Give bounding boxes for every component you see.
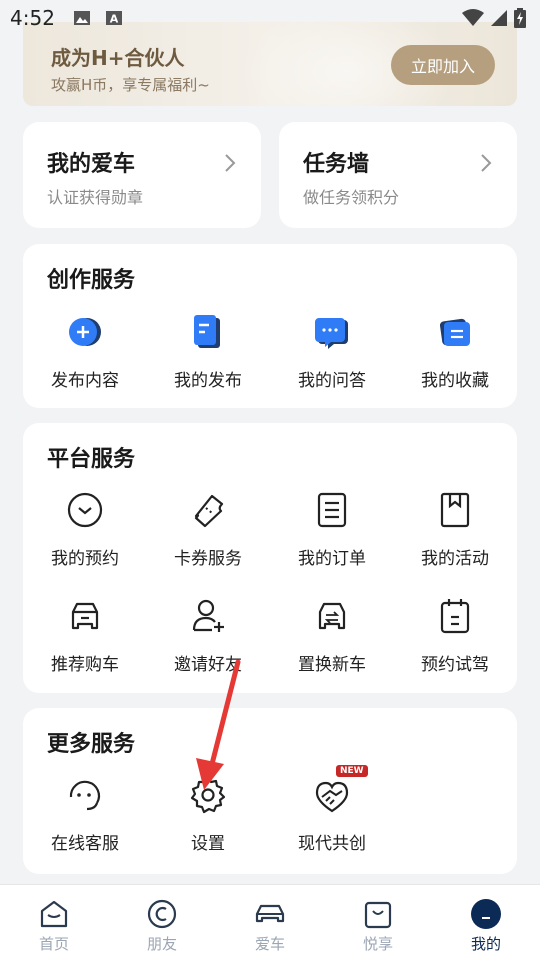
invite-friend-icon bbox=[192, 599, 224, 632]
nav-home[interactable]: 首页 bbox=[0, 885, 108, 960]
my-activities-label: 我的活动 bbox=[421, 549, 489, 569]
my-orders-item[interactable]: 我的订单 bbox=[270, 490, 394, 590]
join-now-button[interactable]: 立即加入 bbox=[391, 45, 495, 85]
customer-service-icon bbox=[69, 780, 100, 811]
more-services-card: 更多服务 在线客服 设置 NEW 现代共创 bbox=[23, 708, 517, 874]
car-exchange-item[interactable]: 置换新车 bbox=[270, 596, 394, 696]
my-car-subtitle: 认证获得勋章 bbox=[47, 188, 144, 207]
wifi-icon bbox=[462, 9, 484, 26]
coupon-service-item[interactable]: 卡券服务 bbox=[146, 490, 270, 590]
nav-car-label: 爱车 bbox=[254, 935, 285, 953]
car-exchange-icon bbox=[318, 602, 346, 630]
my-car-card[interactable]: 我的爱车 认证获得勋章 bbox=[23, 122, 261, 228]
publish-content-label: 发布内容 bbox=[51, 371, 119, 391]
recommend-car-item[interactable]: 推荐购车 bbox=[23, 596, 147, 696]
my-orders-label: 我的订单 bbox=[298, 549, 366, 569]
chevron-right-icon bbox=[225, 154, 236, 172]
favorites-icon bbox=[439, 318, 470, 346]
creation-services-title: 创作服务 bbox=[47, 268, 136, 293]
more-services-title: 更多服务 bbox=[47, 732, 136, 757]
nav-mine-label: 我的 bbox=[470, 935, 501, 953]
settings-item[interactable]: 设置 bbox=[146, 775, 270, 875]
appointment-icon bbox=[67, 492, 103, 528]
recommend-car-label: 推荐购车 bbox=[51, 655, 119, 675]
coupon-service-label: 卡券服务 bbox=[174, 549, 242, 569]
image-notification-icon bbox=[73, 11, 90, 25]
task-wall-subtitle: 做任务领积分 bbox=[303, 188, 400, 207]
status-time: 4:52 bbox=[10, 6, 55, 30]
battery-icon bbox=[514, 8, 526, 28]
coupon-icon bbox=[194, 494, 224, 528]
task-wall-card[interactable]: 任务墙 做任务领积分 bbox=[279, 122, 517, 228]
my-activities-item[interactable]: 我的活动 bbox=[393, 490, 517, 590]
nav-home-label: 首页 bbox=[38, 935, 69, 953]
hyundai-cocreate-label: 现代共创 bbox=[298, 834, 366, 854]
status-right-icons bbox=[462, 8, 526, 28]
my-appointment-item[interactable]: 我的预约 bbox=[23, 490, 147, 590]
new-badge: NEW bbox=[336, 765, 368, 777]
shop-bag-icon bbox=[364, 901, 392, 929]
platform-services-card: 平台服务 我的预约 卡券服务 我的订单 我的活动 推荐购车 邀请好友 置换新车 … bbox=[23, 423, 517, 693]
cocreate-icon-wrap: NEW bbox=[312, 765, 368, 815]
my-car-title: 我的爱车 bbox=[47, 152, 136, 177]
my-posts-label: 我的发布 bbox=[174, 371, 242, 391]
svg-text:A: A bbox=[110, 13, 119, 26]
qa-chat-icon bbox=[315, 318, 348, 349]
test-drive-item[interactable]: 预约试驾 bbox=[393, 596, 517, 696]
handshake-icon bbox=[315, 781, 349, 813]
creation-services-card: 创作服务 发布内容 我的发布 我的问答 我的收藏 bbox=[23, 244, 517, 408]
car-exchange-label: 置换新车 bbox=[298, 655, 366, 675]
home-icon bbox=[40, 900, 68, 928]
nav-car[interactable]: 爱车 bbox=[216, 885, 324, 960]
profile-icon bbox=[471, 899, 501, 929]
publish-plus-icon bbox=[69, 318, 101, 346]
task-wall-title: 任务墙 bbox=[303, 152, 370, 177]
platform-services-title: 平台服务 bbox=[47, 447, 136, 472]
hyundai-cocreate-item[interactable]: NEW 现代共创 bbox=[270, 765, 394, 875]
nav-enjoy-label: 悦享 bbox=[362, 935, 393, 953]
test-drive-label: 预约试驾 bbox=[421, 655, 489, 675]
my-posts-icon bbox=[194, 315, 220, 348]
status-bar: 4:52 A bbox=[0, 0, 540, 36]
online-service-item[interactable]: 在线客服 bbox=[23, 775, 147, 875]
bottom-navigation: 首页 朋友 爱车 悦享 我的 bbox=[0, 884, 540, 960]
gear-icon bbox=[190, 776, 226, 814]
calendar-icon bbox=[440, 599, 470, 634]
a-notification-icon: A bbox=[105, 11, 122, 26]
bookmark-icon bbox=[440, 492, 470, 528]
signal-icon bbox=[491, 10, 507, 26]
online-service-label: 在线客服 bbox=[51, 834, 119, 854]
car-recommend-icon bbox=[71, 602, 99, 630]
my-favorites-label: 我的收藏 bbox=[421, 371, 489, 391]
my-appointment-label: 我的预约 bbox=[51, 549, 119, 569]
my-qa-label: 我的问答 bbox=[298, 371, 366, 391]
friends-icon bbox=[147, 899, 177, 929]
invite-friends-item[interactable]: 邀请好友 bbox=[146, 596, 270, 696]
nav-enjoy[interactable]: 悦享 bbox=[324, 885, 432, 960]
nav-mine[interactable]: 我的 bbox=[432, 885, 540, 960]
invite-friends-label: 邀请好友 bbox=[174, 655, 242, 675]
my-favorites-item[interactable]: 我的收藏 bbox=[393, 312, 517, 412]
chevron-right-icon bbox=[481, 154, 492, 172]
my-posts-item[interactable]: 我的发布 bbox=[146, 312, 270, 412]
car-icon bbox=[255, 904, 285, 923]
nav-friends-label: 朋友 bbox=[146, 935, 177, 953]
banner-title: 成为H+合伙人 bbox=[51, 46, 185, 70]
settings-label: 设置 bbox=[191, 834, 225, 854]
order-icon bbox=[317, 492, 347, 528]
nav-friends[interactable]: 朋友 bbox=[108, 885, 216, 960]
banner-subtitle: 攻赢H币，享专属福利~ bbox=[51, 76, 210, 94]
my-qa-item[interactable]: 我的问答 bbox=[270, 312, 394, 412]
publish-content-item[interactable]: 发布内容 bbox=[23, 312, 147, 412]
